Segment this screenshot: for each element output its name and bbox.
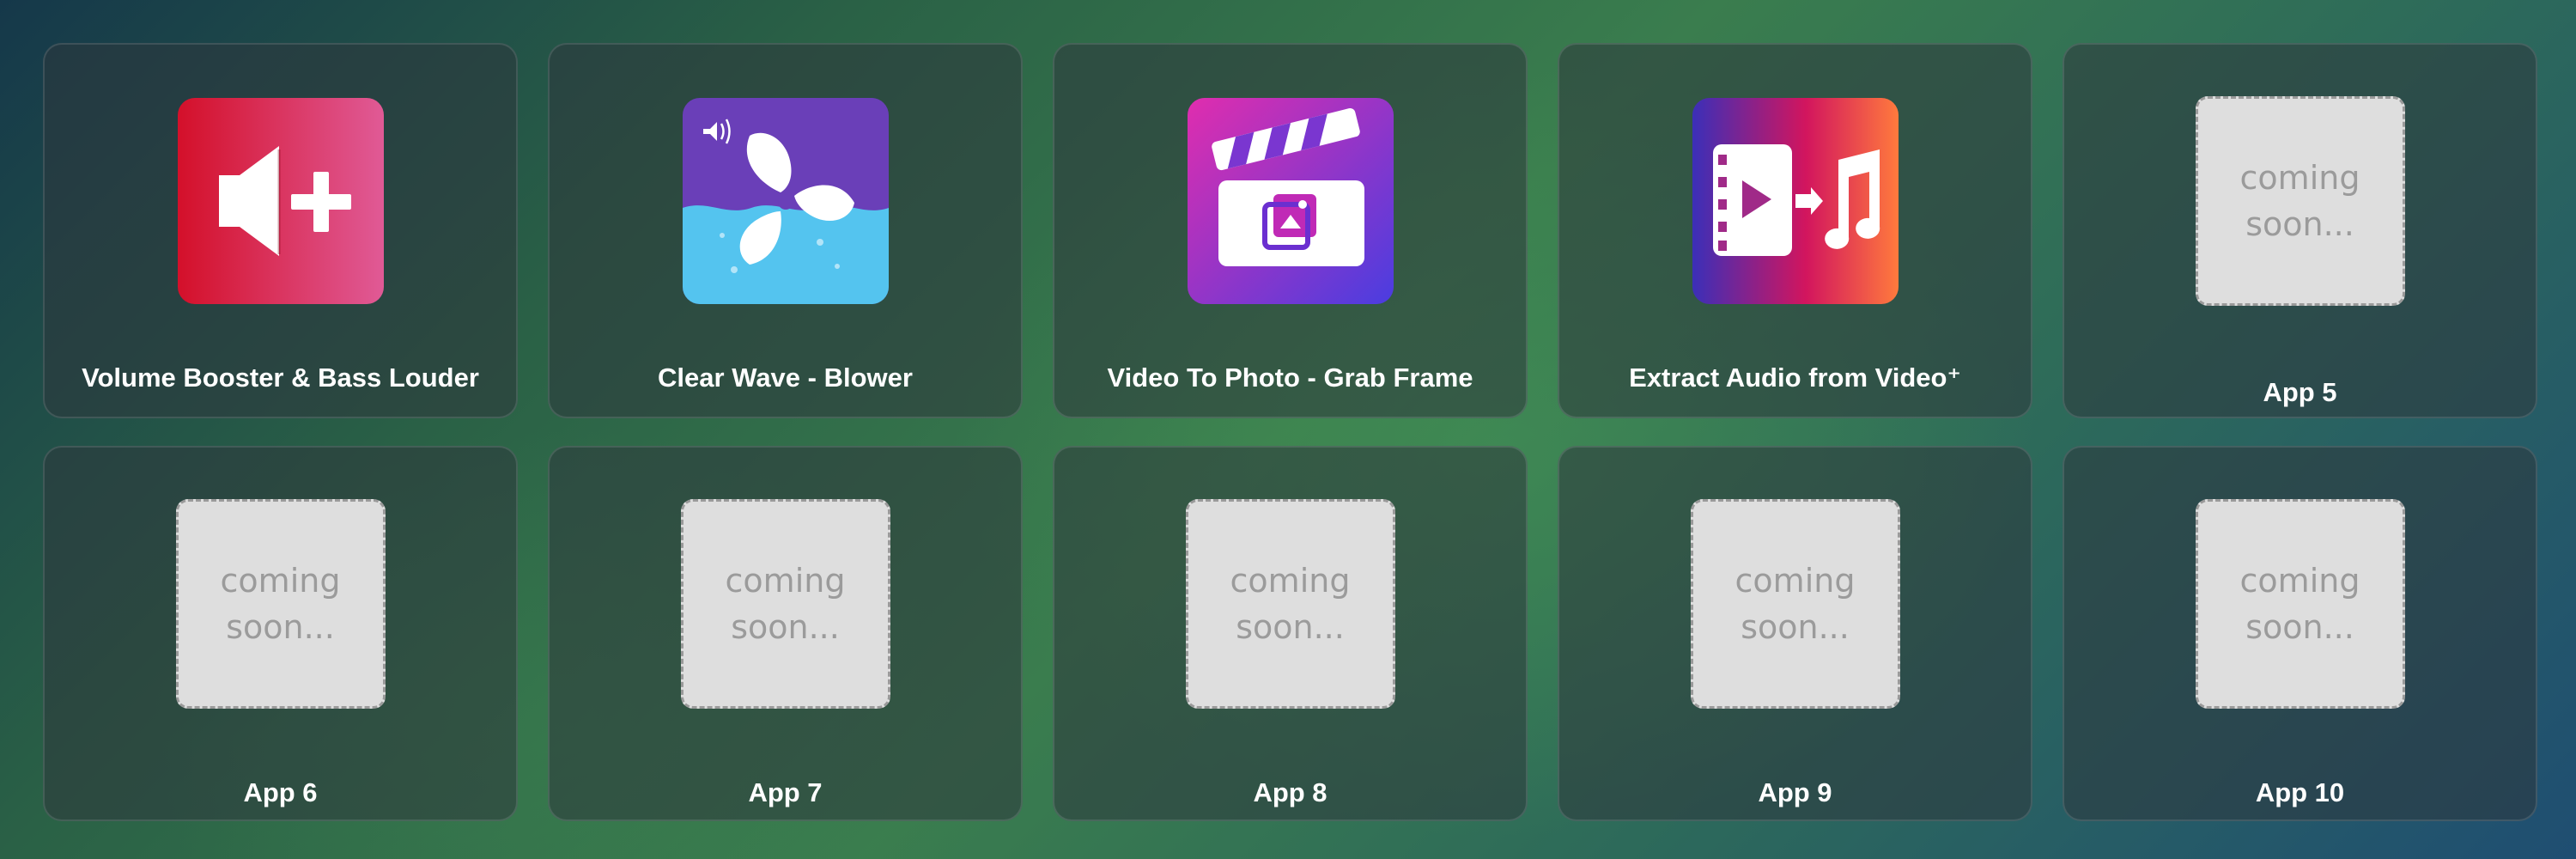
coming-soon-placeholder: coming soon... (2195, 499, 2405, 709)
app-card-app-5[interactable]: coming soon... App 5 (2063, 43, 2537, 418)
coming-soon-placeholder: coming soon... (680, 499, 890, 709)
app-card-extract-audio[interactable]: Extract Audio from Video⁺ (1558, 43, 2032, 418)
app-name: App 8 (1253, 777, 1327, 807)
video-to-music-icon (1692, 98, 1899, 304)
app-card-app-7[interactable]: coming soon... App 7 (548, 446, 1023, 821)
app-name: App 6 (243, 777, 318, 807)
volume-plus-icon (177, 98, 384, 304)
coming-soon-placeholder: coming soon... (2195, 96, 2405, 306)
app-grid: Volume Booster & Bass Louder Clear Wave … (43, 43, 2538, 821)
app-card-app-9[interactable]: coming soon... App 9 (1558, 446, 2032, 821)
app-name: App 5 (2263, 377, 2337, 407)
app-card-clear-wave[interactable]: Clear Wave - Blower (548, 43, 1023, 418)
coming-soon-text: coming soon... (725, 562, 846, 646)
app-name: Extract Audio from Video⁺ (1629, 362, 1961, 393)
coming-soon-text: coming soon... (1230, 562, 1351, 646)
coming-soon-placeholder: coming soon... (1690, 499, 1900, 709)
app-name: App 9 (1758, 777, 1832, 807)
app-card-volume-booster[interactable]: Volume Booster & Bass Louder (43, 43, 518, 418)
coming-soon-text: coming soon... (2239, 159, 2360, 243)
coming-soon-text: coming soon... (1735, 562, 1856, 646)
app-card-app-8[interactable]: coming soon... App 8 (1053, 446, 1528, 821)
fan-icon (682, 98, 889, 304)
coming-soon-placeholder: coming soon... (175, 499, 386, 709)
app-name: App 10 (2255, 777, 2345, 807)
coming-soon-text: coming soon... (220, 562, 341, 646)
app-card-app-6[interactable]: coming soon... App 6 (43, 446, 518, 821)
coming-soon-placeholder: coming soon... (1185, 499, 1395, 709)
coming-soon-text: coming soon... (2239, 562, 2360, 646)
clapperboard-icon (1187, 98, 1394, 304)
app-name: Clear Wave - Blower (658, 362, 913, 393)
app-name: Video To Photo - Grab Frame (1107, 362, 1473, 393)
app-card-video-to-photo[interactable]: Video To Photo - Grab Frame (1053, 43, 1528, 418)
app-name: Volume Booster & Bass Louder (82, 362, 479, 393)
app-name: App 7 (748, 777, 823, 807)
app-card-app-10[interactable]: coming soon... App 10 (2063, 446, 2537, 821)
